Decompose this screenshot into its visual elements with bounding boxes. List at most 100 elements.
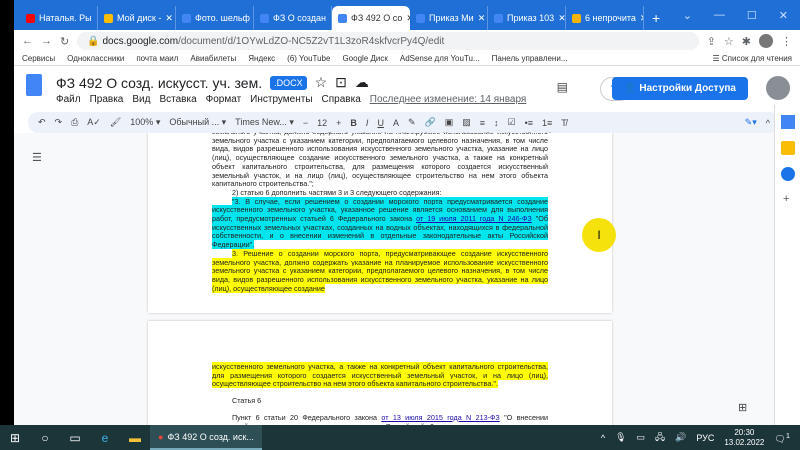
- bookmark-item[interactable]: AdSense для YouTu...: [400, 54, 480, 63]
- move-folder-icon[interactable]: ⊡: [335, 74, 347, 91]
- print-icon[interactable]: ⎙: [71, 117, 78, 128]
- italic-button[interactable]: I: [366, 118, 369, 128]
- bookmark-item[interactable]: Сервисы: [22, 54, 55, 63]
- text-color-button[interactable]: A: [393, 118, 399, 128]
- checklist-icon[interactable]: ☑: [508, 117, 516, 128]
- menu-item[interactable]: Справка: [322, 94, 361, 105]
- align-icon[interactable]: ≡: [480, 118, 485, 128]
- spellcheck-icon[interactable]: A✓: [87, 117, 101, 128]
- menu-item[interactable]: Вставка: [159, 94, 196, 105]
- back-icon[interactable]: ←: [22, 35, 33, 47]
- law-link[interactable]: от 19 июля 2011 года N 246-ФЗ: [416, 214, 532, 224]
- menu-item[interactable]: Инструменты: [250, 94, 312, 105]
- collapse-icon[interactable]: ^: [766, 118, 770, 128]
- network-icon[interactable]: 🖧: [655, 430, 665, 446]
- browser-tab[interactable]: Фото. шельф✕: [176, 6, 254, 30]
- reload-icon[interactable]: ↻: [60, 35, 69, 48]
- comment-icon[interactable]: ▣: [445, 117, 454, 128]
- keep-icon[interactable]: [781, 141, 795, 155]
- link-icon[interactable]: 🔗: [425, 117, 436, 128]
- docs-logo[interactable]: [26, 74, 42, 96]
- document-title[interactable]: ФЗ 492 О созд. искусст. уч. зем.: [56, 75, 262, 91]
- last-edit-link[interactable]: Последнее изменение: 14 января: [370, 94, 527, 105]
- zoom-select[interactable]: 100% ▾: [130, 117, 160, 128]
- maximize-button[interactable]: ☐: [747, 9, 757, 22]
- bookmark-item[interactable]: Одноклассники: [67, 54, 124, 63]
- bookmark-item[interactable]: Панель управлени...: [492, 54, 568, 63]
- style-select[interactable]: Обычный ... ▾: [169, 117, 226, 128]
- star-icon[interactable]: ☆: [724, 35, 734, 48]
- menu-item[interactable]: Файл: [56, 94, 81, 105]
- highlight-icon[interactable]: ✎: [408, 117, 416, 128]
- font-select[interactable]: Times New... ▾: [235, 117, 294, 128]
- close-tab-icon[interactable]: ✕: [478, 13, 486, 24]
- underline-button[interactable]: U: [377, 118, 384, 128]
- start-button[interactable]: ⊞: [0, 431, 30, 445]
- font-size-decrease[interactable]: −: [303, 118, 308, 128]
- battery-icon[interactable]: ▭: [637, 432, 646, 443]
- extensions-icon[interactable]: ✱: [742, 35, 751, 48]
- taskbar-chrome-window[interactable]: ● ФЗ 492 О созд. иск...: [150, 425, 262, 450]
- browser-tab[interactable]: Наталья. Ры✕: [20, 6, 98, 30]
- line-spacing-icon[interactable]: ↕: [494, 118, 499, 128]
- close-window-button[interactable]: ✕: [779, 9, 788, 22]
- editing-mode-icon[interactable]: ✎▾: [745, 117, 757, 128]
- bookmark-item[interactable]: Авиабилеты: [190, 54, 236, 63]
- volume-icon[interactable]: 🔊: [675, 432, 686, 443]
- language-indicator[interactable]: РУС: [696, 433, 714, 443]
- browser-tab[interactable]: Приказ Ми ✕: [410, 6, 488, 30]
- clear-format-icon[interactable]: T̸: [561, 118, 567, 128]
- tasks-icon[interactable]: [781, 167, 795, 181]
- microphone-icon[interactable]: 🎙: [615, 432, 626, 443]
- bookmark-item[interactable]: Яндекс: [248, 54, 275, 63]
- notifications-icon[interactable]: 🗨1: [774, 431, 790, 445]
- task-view-icon[interactable]: ▭: [60, 431, 90, 445]
- numbered-list-icon[interactable]: 1≡: [542, 118, 552, 128]
- share-icon[interactable]: ⇪: [707, 35, 716, 48]
- page-2[interactable]: искусственного земельного участка, а так…: [148, 321, 612, 425]
- explorer-icon[interactable]: ▬: [120, 431, 150, 445]
- cloud-status-icon[interactable]: ☁: [355, 74, 369, 91]
- show-hidden-icons[interactable]: ^: [601, 433, 605, 443]
- paint-format-icon[interactable]: 🖌: [110, 117, 121, 128]
- close-tab-icon[interactable]: ✕: [165, 13, 173, 24]
- bold-button[interactable]: B: [350, 118, 357, 128]
- account-avatar[interactable]: [766, 76, 790, 100]
- menu-item[interactable]: Правка: [90, 94, 124, 105]
- menu-icon[interactable]: ⋮: [781, 35, 792, 48]
- tab-search-icon[interactable]: ⌄: [683, 9, 692, 22]
- browser-tab[interactable]: ФЗ О создан✕: [254, 6, 332, 30]
- clock[interactable]: 20:30 13.02.2022: [724, 428, 764, 448]
- search-icon[interactable]: ○: [30, 431, 60, 445]
- font-size-input[interactable]: 12: [317, 118, 327, 128]
- document-canvas[interactable]: ☰ земельного участка, должно содержать у…: [14, 133, 774, 425]
- redo-icon[interactable]: ↷: [55, 117, 63, 128]
- comments-icon[interactable]: ▤: [557, 80, 568, 94]
- law-link[interactable]: от 13 июля 2015 года N 213-ФЗ: [381, 413, 499, 422]
- new-tab-button[interactable]: +: [644, 6, 668, 30]
- forward-icon[interactable]: →: [41, 35, 52, 47]
- browser-tab[interactable]: Приказ 103 ✕: [488, 6, 566, 30]
- font-size-increase[interactable]: +: [336, 118, 341, 128]
- reading-list[interactable]: ☰ Список для чтения: [712, 54, 792, 63]
- minimize-button[interactable]: —: [714, 9, 725, 21]
- bookmark-item[interactable]: (6) YouTube: [287, 54, 330, 63]
- url-input[interactable]: 🔒 docs.google.com/document/d/1OYwLdZO-NC…: [77, 32, 699, 50]
- close-tab-icon[interactable]: ✕: [558, 13, 565, 24]
- browser-tab[interactable]: Мой диск - ✕: [98, 6, 176, 30]
- calendar-icon[interactable]: [781, 115, 795, 129]
- bookmark-item[interactable]: Google Диск: [342, 54, 387, 63]
- browser-tab[interactable]: 6 непрочита✕: [566, 6, 644, 30]
- share-button[interactable]: 👤 Настройки Доступа: [612, 77, 748, 100]
- menu-item[interactable]: Вид: [132, 94, 150, 105]
- outline-icon[interactable]: ☰: [32, 151, 42, 164]
- menu-item[interactable]: Формат: [206, 94, 242, 105]
- image-icon[interactable]: ▨: [462, 117, 471, 128]
- bookmark-item[interactable]: почта маил: [136, 54, 178, 63]
- add-addon-icon[interactable]: +: [783, 193, 792, 205]
- profile-avatar[interactable]: [759, 34, 773, 48]
- edge-icon[interactable]: e: [90, 431, 120, 445]
- page-1[interactable]: земельного участка, должно содержать ука…: [148, 133, 612, 313]
- undo-icon[interactable]: ↶: [38, 117, 46, 128]
- add-comment-button[interactable]: ⊞: [738, 401, 747, 414]
